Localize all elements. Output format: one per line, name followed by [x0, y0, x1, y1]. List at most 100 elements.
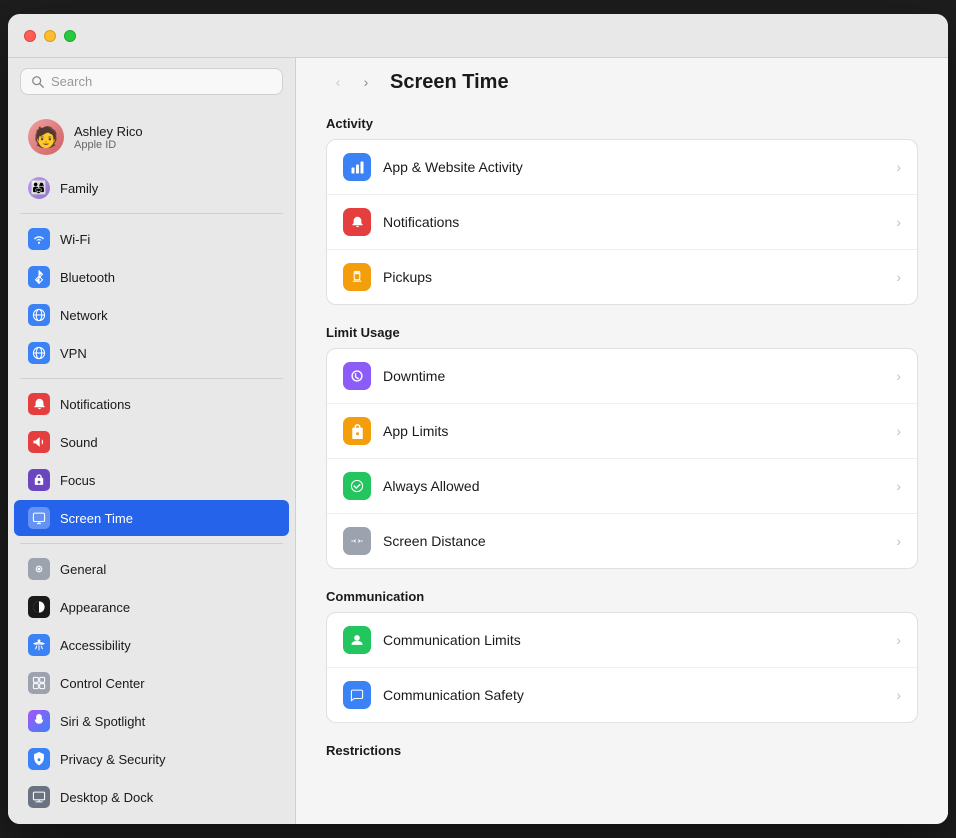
- notifications-icon: [28, 393, 50, 415]
- privacy-icon: [28, 748, 50, 770]
- user-name: Ashley Rico: [74, 124, 143, 139]
- sidebar-item-sound[interactable]: Sound: [14, 424, 289, 460]
- sidebar-item-label: General: [60, 562, 106, 577]
- sidebar-item-label: Sound: [60, 435, 98, 450]
- section-limit-title: Limit Usage: [326, 325, 918, 340]
- sidebar-item-family[interactable]: 👨‍👩‍👧 Family: [14, 170, 289, 206]
- family-avatar: 👨‍👩‍👧: [28, 177, 50, 199]
- sound-icon: [28, 431, 50, 453]
- sidebar-item-desktop[interactable]: Desktop & Dock: [14, 779, 289, 815]
- comm-limits-icon: [343, 626, 371, 654]
- forward-button[interactable]: ›: [354, 70, 378, 94]
- sidebar-item-notifications[interactable]: Notifications: [14, 386, 289, 422]
- sidebar-item-label: Focus: [60, 473, 95, 488]
- avatar: 🧑: [28, 119, 64, 155]
- chevron-right-icon: ›: [896, 214, 901, 230]
- sidebar-item-network[interactable]: Network: [14, 297, 289, 333]
- comm-limits-row[interactable]: Communication Limits ›: [327, 613, 917, 668]
- content-area: 🧑 Ashley Rico Apple ID 👨‍👩‍👧 Family Wi-F…: [8, 58, 948, 824]
- chevron-right-icon: ›: [896, 687, 901, 703]
- main-panel: ‹ › Screen Time Activity App & Website A…: [296, 58, 948, 824]
- bluetooth-icon: [28, 266, 50, 288]
- comm-safety-icon: [343, 681, 371, 709]
- app-limits-row[interactable]: App Limits ›: [327, 404, 917, 459]
- row-label: Communication Limits: [383, 632, 884, 648]
- desktop-icon: [28, 786, 50, 808]
- app-limits-icon: [343, 417, 371, 445]
- screen-time-icon: [28, 507, 50, 529]
- search-input[interactable]: [51, 74, 272, 89]
- traffic-lights: [24, 30, 76, 42]
- sidebar-item-label: Notifications: [60, 397, 131, 412]
- sidebar-item-accessibility[interactable]: Accessibility: [14, 627, 289, 663]
- fullscreen-button[interactable]: [64, 30, 76, 42]
- screen-distance-row[interactable]: Screen Distance ›: [327, 514, 917, 568]
- notifications-row[interactable]: Notifications ›: [327, 195, 917, 250]
- general-icon: [28, 558, 50, 580]
- user-profile[interactable]: 🧑 Ashley Rico Apple ID: [14, 109, 289, 165]
- search-icon: [31, 75, 45, 89]
- sidebar-item-wifi[interactable]: Wi-Fi: [14, 221, 289, 257]
- row-label: App Limits: [383, 423, 884, 439]
- pickups-icon: [343, 263, 371, 291]
- row-label: Downtime: [383, 368, 884, 384]
- sidebar-item-label: Accessibility: [60, 638, 131, 653]
- chevron-right-icon: ›: [896, 423, 901, 439]
- minimize-button[interactable]: [44, 30, 56, 42]
- downtime-icon: [343, 362, 371, 390]
- always-allowed-icon: [343, 472, 371, 500]
- downtime-row[interactable]: Downtime ›: [327, 349, 917, 404]
- main-window: 🧑 Ashley Rico Apple ID 👨‍👩‍👧 Family Wi-F…: [8, 14, 948, 824]
- app-website-row[interactable]: App & Website Activity ›: [327, 140, 917, 195]
- sidebar-item-label: Wi-Fi: [60, 232, 90, 247]
- sidebar-item-label: Network: [60, 308, 108, 323]
- user-sub: Apple ID: [74, 139, 143, 151]
- pickups-row[interactable]: Pickups ›: [327, 250, 917, 304]
- sidebar-item-appearance[interactable]: Appearance: [14, 589, 289, 625]
- section-communication-title: Communication: [326, 589, 918, 604]
- divider-2: [20, 378, 283, 379]
- comm-safety-row[interactable]: Communication Safety ›: [327, 668, 917, 722]
- notifications-row-icon: [343, 208, 371, 236]
- chevron-right-icon: ›: [896, 368, 901, 384]
- screen-distance-icon: [343, 527, 371, 555]
- titlebar: [8, 14, 948, 58]
- close-button[interactable]: [24, 30, 36, 42]
- sidebar-item-bluetooth[interactable]: Bluetooth: [14, 259, 289, 295]
- row-label: App & Website Activity: [383, 159, 884, 175]
- sidebar-item-label: Appearance: [60, 600, 130, 615]
- sidebar-item-label: Family: [60, 181, 98, 196]
- focus-icon: [28, 469, 50, 491]
- chevron-right-icon: ›: [896, 159, 901, 175]
- sidebar-item-focus[interactable]: Focus: [14, 462, 289, 498]
- row-label: Always Allowed: [383, 478, 884, 494]
- search-container: [8, 58, 295, 105]
- chevron-right-icon: ›: [896, 632, 901, 648]
- sidebar-item-screen-time[interactable]: Screen Time: [14, 500, 289, 536]
- sidebar-item-siri[interactable]: Siri & Spotlight: [14, 703, 289, 739]
- sidebar-item-general[interactable]: General: [14, 551, 289, 587]
- sidebar-item-label: Bluetooth: [60, 270, 115, 285]
- back-button[interactable]: ‹: [326, 70, 350, 94]
- always-allowed-row[interactable]: Always Allowed ›: [327, 459, 917, 514]
- search-box[interactable]: [20, 68, 283, 95]
- appearance-icon: [28, 596, 50, 618]
- divider-3: [20, 543, 283, 544]
- sidebar-item-label: Privacy & Security: [60, 752, 165, 767]
- sidebar-item-privacy[interactable]: Privacy & Security: [14, 741, 289, 777]
- sidebar-item-label: VPN: [60, 346, 87, 361]
- user-info: Ashley Rico Apple ID: [74, 124, 143, 151]
- section-activity-title: Activity: [326, 116, 918, 131]
- limit-group: Downtime › App Limits › Always Allowed ›: [326, 348, 918, 569]
- row-label: Communication Safety: [383, 687, 884, 703]
- page-title: Screen Time: [390, 71, 509, 94]
- chevron-right-icon: ›: [896, 533, 901, 549]
- sidebar-item-vpn[interactable]: VPN: [14, 335, 289, 371]
- network-icon: [28, 304, 50, 326]
- control-center-icon: [28, 672, 50, 694]
- sidebar: 🧑 Ashley Rico Apple ID 👨‍👩‍👧 Family Wi-F…: [8, 58, 296, 824]
- sidebar-item-label: Control Center: [60, 676, 145, 691]
- chevron-right-icon: ›: [896, 269, 901, 285]
- divider-1: [20, 213, 283, 214]
- sidebar-item-control-center[interactable]: Control Center: [14, 665, 289, 701]
